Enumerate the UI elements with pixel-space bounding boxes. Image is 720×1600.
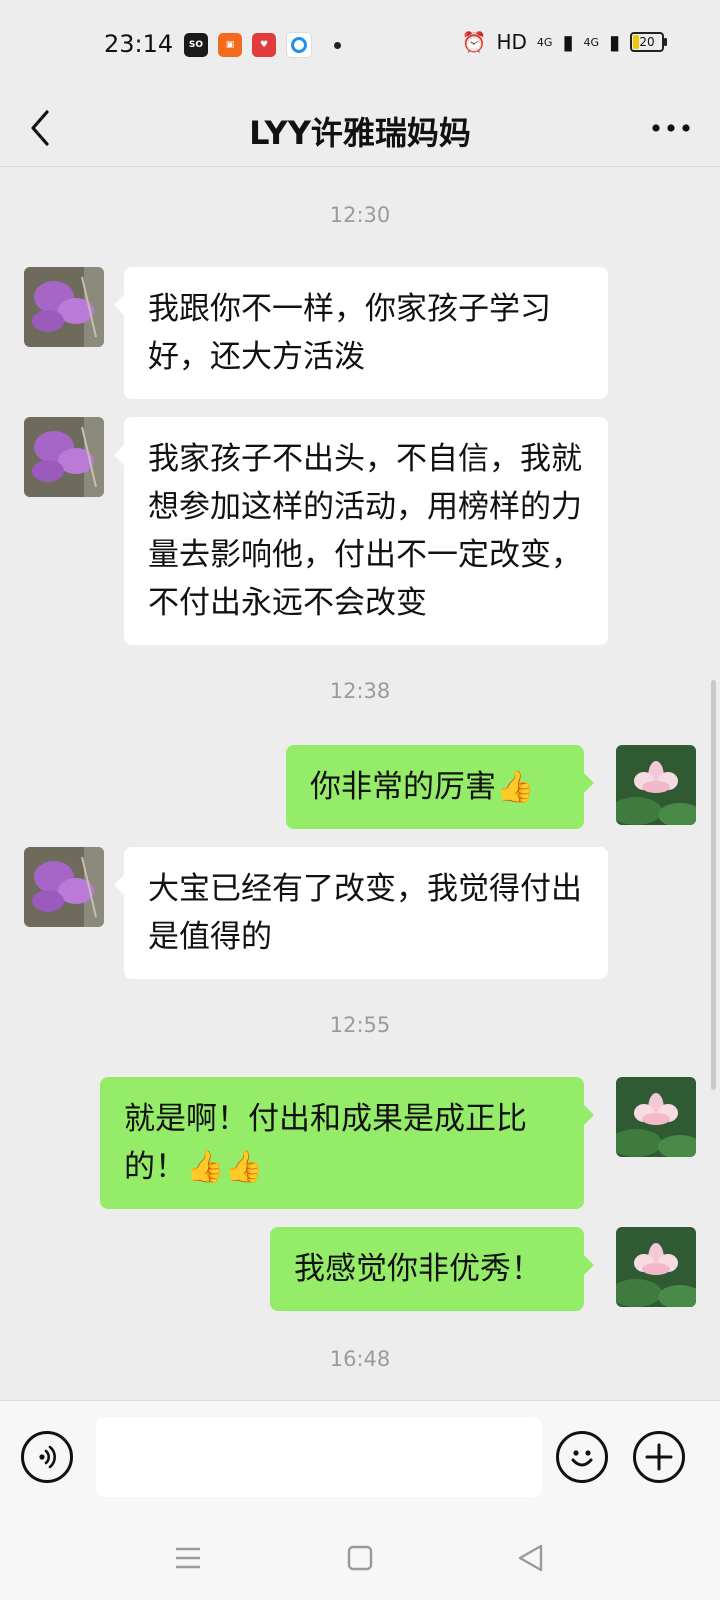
heart-app-icon: ♥ [252, 33, 276, 57]
home-square-icon [347, 1545, 373, 1571]
contact-avatar[interactable] [24, 267, 104, 347]
battery-level: 20 [639, 35, 655, 49]
outgoing-message[interactable]: 我感觉你非优秀！ [270, 1227, 594, 1311]
timestamp: 12:55 [329, 1013, 391, 1037]
incoming-message[interactable]: 我跟你不一样，你家孩子学习好，还大方活泼 [114, 267, 608, 399]
menu-icon [176, 1547, 200, 1569]
purple-flower-image [24, 417, 104, 497]
notification-icons: SO ▣ ♥ [184, 32, 341, 58]
message-input[interactable] [96, 1417, 542, 1497]
message-text: 就是啊！付出和成果是成正比的！ [124, 1101, 527, 1185]
outgoing-message[interactable]: 就是啊！付出和成果是成正比的！👍👍 [100, 1077, 594, 1209]
emoji-icon [571, 1450, 593, 1467]
plus-button[interactable] [633, 1431, 685, 1483]
signal-4g-label-2: 4G [583, 35, 599, 49]
signal-icon-2: ▮ [608, 30, 620, 54]
back-nav-button[interactable] [512, 1540, 548, 1576]
more-notifications-dot [334, 41, 341, 49]
thumbs-up-emoji: 👍 [496, 769, 535, 805]
hd-label: HD [496, 30, 527, 54]
soul-app-icon: SO [184, 33, 208, 57]
incoming-message[interactable]: 大宝已经有了改变，我觉得付出是值得的 [114, 847, 608, 979]
chat-header: LYY许雅瑞妈妈 [0, 90, 720, 167]
my-avatar[interactable] [616, 1077, 696, 1157]
status-right: ⏰ HD 4G ▮ 4G ▮ 20 [461, 30, 667, 54]
timestamp: 12:38 [329, 679, 391, 703]
voice-button[interactable] [21, 1431, 73, 1483]
system-nav-bar [0, 1514, 720, 1600]
my-avatar[interactable] [616, 745, 696, 825]
thumbs-up-emoji: 👍👍 [186, 1149, 264, 1185]
signal-4g-label-1: 4G [536, 35, 553, 49]
menu-nav-button[interactable] [170, 1540, 206, 1576]
timestamp: 12:30 [329, 203, 391, 227]
chat-title: LYY许雅瑞妈妈 [249, 114, 471, 152]
status-time: 23:14 [104, 30, 174, 58]
browser-app-icon [286, 32, 312, 58]
voice-icon [39, 1445, 56, 1469]
chat-scrollbar[interactable] [711, 680, 716, 1090]
back-triangle-icon [518, 1544, 543, 1572]
message-text: 你非常的厉害 [310, 769, 496, 805]
purple-flower-image [24, 847, 104, 927]
contact-avatar[interactable] [24, 847, 104, 927]
timestamp: 16:48 [329, 1347, 391, 1371]
more-dots-icon [652, 124, 690, 132]
lotus-flower-image [616, 1227, 696, 1307]
outgoing-message[interactable]: 你非常的厉害👍 [286, 745, 594, 829]
more-button[interactable] [648, 108, 694, 148]
emoji-button[interactable] [556, 1431, 608, 1483]
battery-icon: 20 [630, 32, 667, 52]
home-nav-button[interactable] [342, 1540, 378, 1576]
signal-icon-1: ▮ [562, 30, 574, 54]
alarm-icon: ⏰ [461, 30, 487, 54]
chat-area[interactable]: 12:30 我跟你不一样，你家孩子学习好，还大方活泼 我家孩子不出头，不自信，我… [0, 167, 720, 1399]
purple-flower-image [24, 267, 104, 347]
my-avatar[interactable] [616, 1227, 696, 1307]
status-bar: 23:14 SO ▣ ♥ ⏰ HD 4G ▮ 4G ▮ 20 [0, 0, 720, 90]
lotus-flower-image [616, 1077, 696, 1157]
kuaishou-icon: ▣ [218, 33, 242, 57]
plus-icon [645, 1443, 673, 1471]
input-bar [0, 1400, 720, 1515]
contact-avatar[interactable] [24, 417, 104, 497]
incoming-message[interactable]: 我家孩子不出头，不自信，我就想参加这样的活动，用榜样的力量去影响他，付出不一定改… [114, 417, 608, 645]
lotus-flower-image [616, 745, 696, 825]
